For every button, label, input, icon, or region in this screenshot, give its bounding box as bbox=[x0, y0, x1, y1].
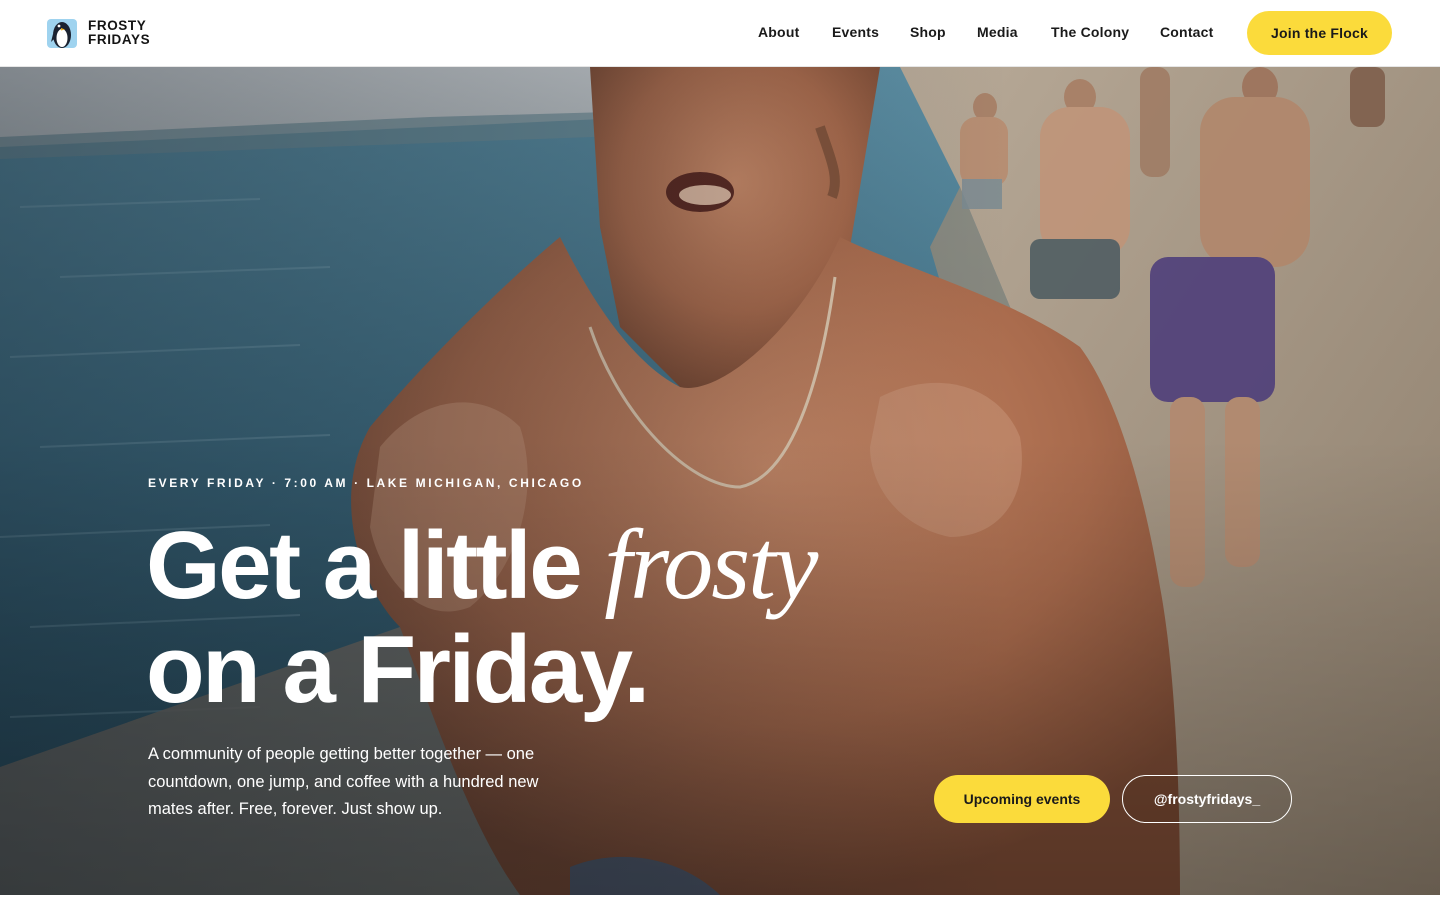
upcoming-events-button[interactable]: Upcoming events bbox=[934, 775, 1110, 823]
hero-headline: Get a little frosty on a Friday. bbox=[146, 512, 818, 723]
instagram-handle-button[interactable]: @frostyfridays_ bbox=[1122, 775, 1292, 823]
headline-part-1: Get a little bbox=[146, 512, 605, 619]
site-header: FROSTY FRIDAYS About Events Shop Media T… bbox=[0, 0, 1440, 67]
join-the-flock-button[interactable]: Join the Flock bbox=[1247, 11, 1392, 55]
hero-section: EVERY FRIDAY · 7:00 AM · LAKE MICHIGAN, … bbox=[0, 67, 1440, 895]
nav-link-the-colony[interactable]: The Colony bbox=[1051, 24, 1129, 40]
nav-link-events[interactable]: Events bbox=[832, 24, 879, 40]
nav-link-contact[interactable]: Contact bbox=[1160, 24, 1214, 40]
hero-description: A community of people getting better tog… bbox=[148, 745, 539, 818]
headline-line-1: Get a little frosty bbox=[146, 512, 818, 619]
headline-emphasis: frosty bbox=[604, 509, 818, 620]
nav-link-about[interactable]: About bbox=[758, 24, 799, 40]
main-nav: About Events Shop Media The Colony Conta… bbox=[0, 0, 1440, 66]
headline-line-2: on a Friday. bbox=[146, 616, 650, 723]
nav-link-media[interactable]: Media bbox=[977, 24, 1018, 40]
hero-eyebrow: EVERY FRIDAY · 7:00 AM · LAKE MICHIGAN, … bbox=[148, 476, 584, 490]
nav-link-shop[interactable]: Shop bbox=[910, 24, 946, 40]
